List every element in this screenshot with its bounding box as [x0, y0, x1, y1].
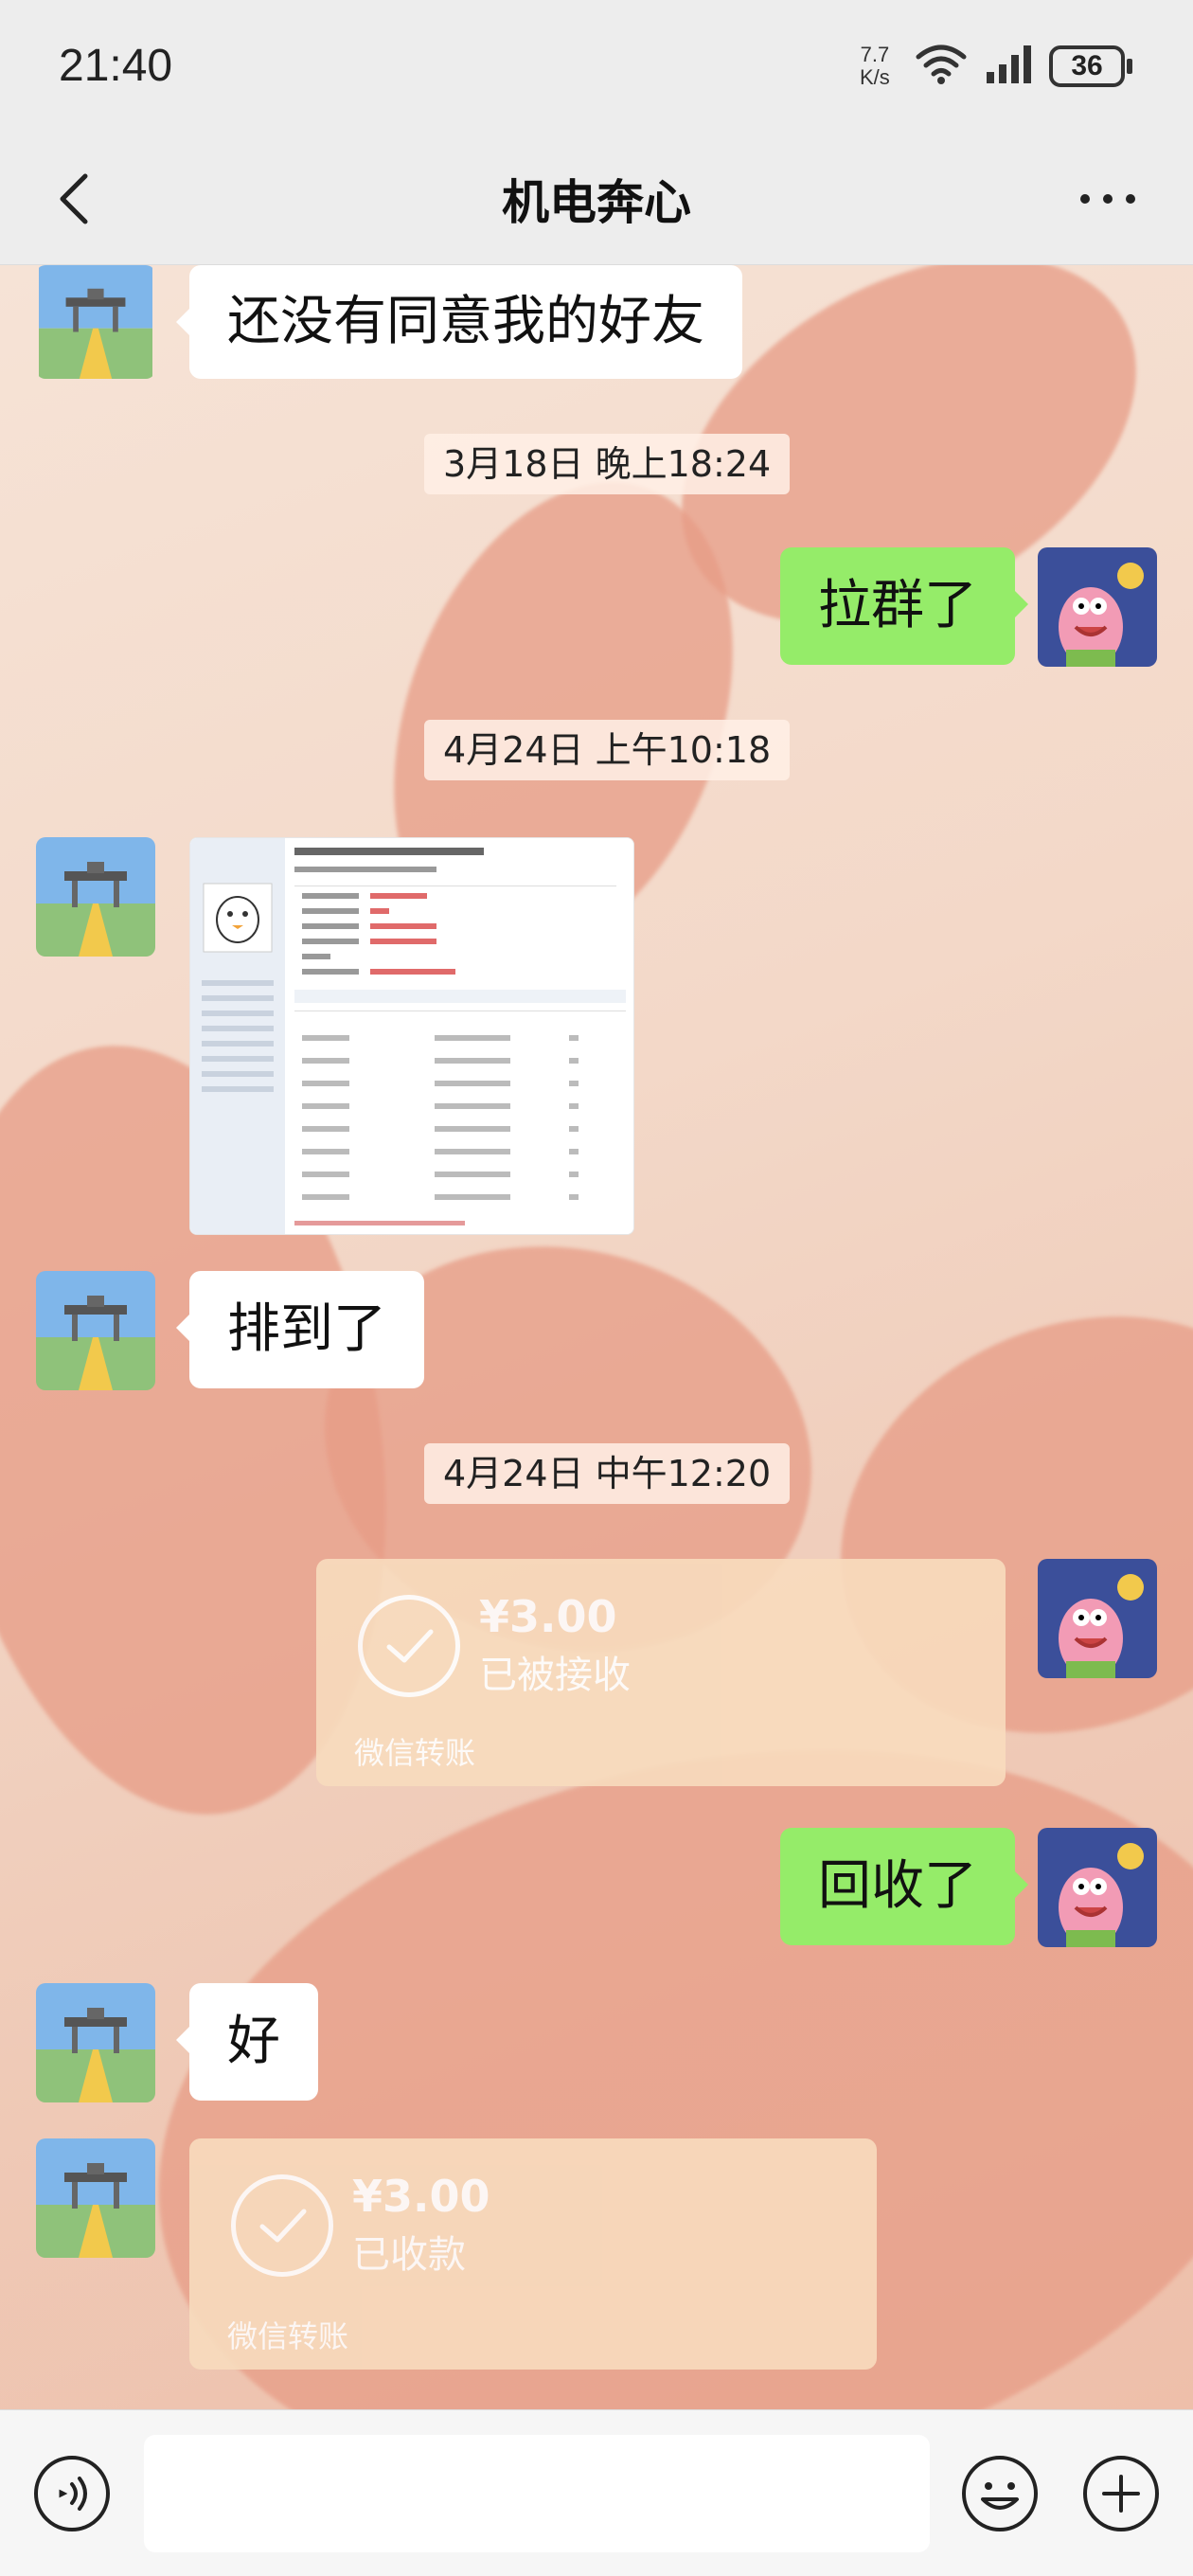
chat-header: 机电奔心: [0, 133, 1193, 265]
message-text: 排到了: [227, 1298, 386, 1360]
message-input[interactable]: [144, 2435, 930, 2552]
message-bubble[interactable]: 还没有同意我的好友: [176, 265, 742, 379]
network-speed: 7.7 K/s: [860, 44, 890, 89]
message-text: 拉群了: [818, 575, 977, 636]
more-horizontal-icon[interactable]: [1070, 161, 1146, 237]
transfer-status: 已收款: [352, 2233, 466, 2277]
voice-icon[interactable]: [32, 2454, 112, 2533]
transfer-status: 已被接收: [479, 1654, 631, 1697]
message-bubble[interactable]: 拉群了: [780, 547, 1028, 665]
emoji-icon[interactable]: [960, 2454, 1040, 2533]
message-bubble[interactable]: 排到了: [176, 1271, 424, 1388]
message-text: 还没有同意我的好友: [227, 291, 704, 352]
battery-indicator: 36: [1049, 45, 1132, 87]
input-bar: [0, 2409, 1193, 2576]
transfer-label: 微信转账: [354, 1735, 476, 1771]
my-avatar[interactable]: [1038, 1559, 1157, 1678]
plus-icon[interactable]: [1081, 2454, 1161, 2533]
my-avatar[interactable]: [1038, 547, 1157, 667]
contact-avatar[interactable]: [36, 837, 155, 957]
message-timestamp: 3月18日 晚上18:24: [424, 434, 791, 494]
check-icon: [231, 2174, 333, 2277]
message-bubble[interactable]: 回收了: [780, 1828, 1028, 1945]
network-speed-value: 7.7: [860, 43, 890, 66]
transfer-card[interactable]: ¥3.00 已被接收 微信转账: [316, 1559, 1006, 1786]
transfer-label: 微信转账: [227, 2318, 349, 2354]
message-timestamp: 4月24日 中午12:20: [424, 1443, 791, 1504]
message-text: 回收了: [818, 1855, 977, 1917]
signal-icon: [987, 45, 1031, 83]
image-message[interactable]: [189, 837, 634, 1235]
my-avatar[interactable]: [1038, 1828, 1157, 1947]
contact-avatar[interactable]: [36, 1983, 155, 2102]
check-icon: [358, 1595, 460, 1697]
status-time: 21:40: [59, 41, 173, 91]
transfer-amount: ¥3.00: [352, 2171, 490, 2222]
message-bubble[interactable]: 好: [176, 1983, 318, 2101]
message-timestamp: 4月24日 上午10:18: [424, 720, 791, 780]
transfer-card[interactable]: ¥3.00 已收款 微信转账: [189, 2138, 877, 2370]
message-text: 好: [227, 2011, 280, 2072]
transfer-amount: ¥3.00: [479, 1591, 617, 1642]
contact-avatar[interactable]: [36, 265, 155, 379]
network-speed-unit: K/s: [860, 65, 890, 89]
chat-title: 机电奔心: [502, 175, 691, 230]
message-list[interactable]: 还没有同意我的好友 3月18日 晚上18:24 拉群了 4月24日 上午10:1…: [0, 265, 1193, 2409]
contact-avatar[interactable]: [36, 2138, 155, 2258]
wifi-icon: [916, 45, 967, 84]
contact-avatar[interactable]: [36, 1271, 155, 1390]
status-bar: 21:40 7.7 K/s 36: [0, 0, 1193, 133]
